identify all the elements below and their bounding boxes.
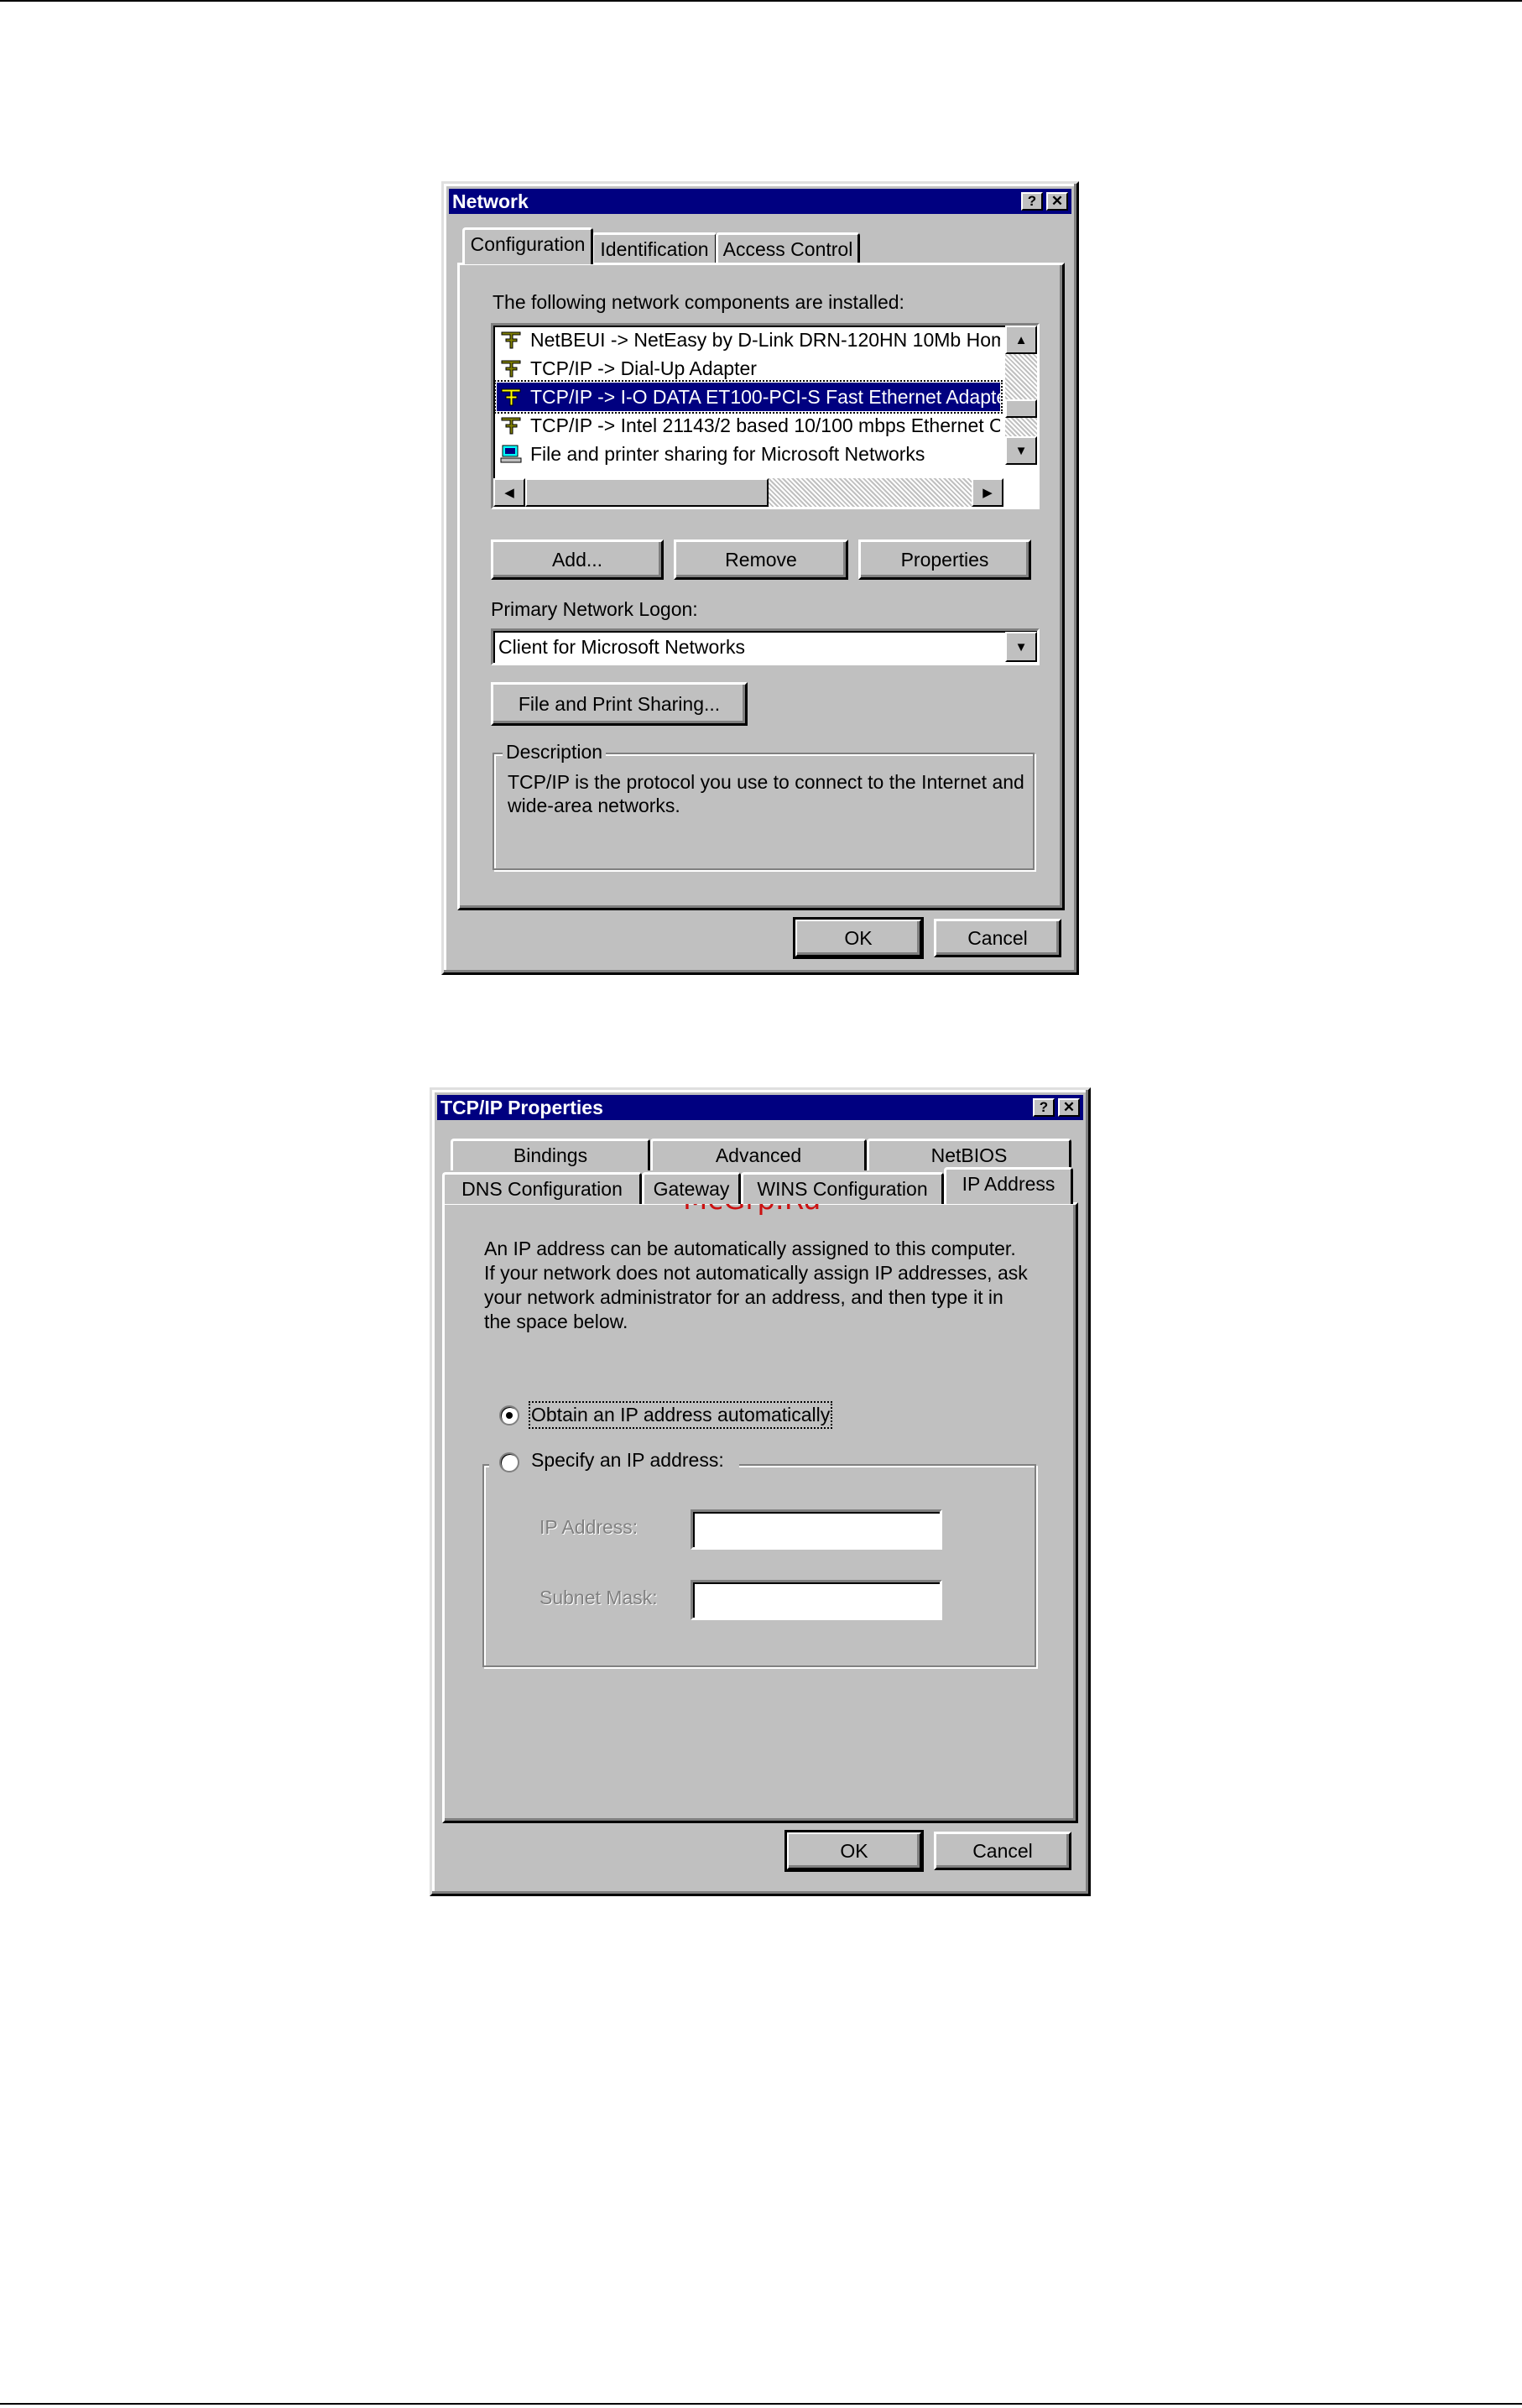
intro-text-line-3: your network administrator for an addres…: [484, 1286, 1003, 1308]
ok-button[interactable]: OK: [784, 1830, 924, 1872]
scroll-right-button[interactable]: ▶: [972, 478, 1003, 507]
close-button[interactable]: ✕: [1046, 192, 1068, 211]
subnet-mask-input[interactable]: [691, 1580, 942, 1620]
add-button-label: Add...: [551, 548, 603, 571]
vertical-scroll-thumb[interactable]: [1005, 399, 1037, 418]
intro-text-line-2: If your network does not automatically a…: [484, 1262, 1028, 1284]
obtain-ip-radio[interactable]: [499, 1405, 519, 1426]
list-item-label: TCP/IP -> Intel 21143/2 based 10/100 mbp…: [530, 414, 1000, 436]
tab-wins-configuration[interactable]: WINS Configuration: [741, 1172, 944, 1204]
file-print-sharing-button[interactable]: File and Print Sharing...: [491, 682, 748, 726]
tab-ip-address[interactable]: IP Address: [944, 1167, 1073, 1204]
scroll-down-button[interactable]: ▼: [1005, 436, 1037, 465]
page-bottom-rule: [0, 2403, 1522, 2405]
description-text-line-2: wide-area networks.: [508, 795, 680, 816]
ok-button[interactable]: OK: [793, 917, 924, 959]
cancel-button[interactable]: Cancel: [934, 1832, 1071, 1870]
page-top-rule: [0, 0, 1522, 2]
tab-advanced[interactable]: Advanced: [650, 1139, 867, 1170]
tab-configuration[interactable]: Configuration: [462, 227, 593, 264]
add-button[interactable]: Add...: [491, 539, 664, 580]
scroll-left-button[interactable]: ◀: [493, 478, 525, 507]
network-protocol-icon: [501, 331, 521, 349]
intro-text-line-4: the space below.: [484, 1311, 628, 1332]
installed-components-label: The following network components are ins…: [493, 291, 904, 313]
horizontal-scroll-thumb[interactable]: [525, 478, 769, 507]
list-item-label: TCP/IP -> Dial-Up Adapter: [530, 357, 757, 379]
ok-button-label: OK: [840, 1839, 868, 1862]
tab-netbios[interactable]: NetBIOS: [867, 1139, 1071, 1170]
help-button[interactable]: ?: [1033, 1098, 1055, 1117]
cancel-button[interactable]: Cancel: [934, 919, 1061, 957]
network-dialog: Network ? ✕ Configuration Identification…: [441, 181, 1079, 975]
cancel-button-label: Cancel: [972, 1839, 1033, 1862]
tcpip-title: TCP/IP Properties: [440, 1097, 603, 1118]
list-item-label: File and printer sharing for Microsoft N…: [530, 443, 925, 465]
file-sharing-icon: [500, 445, 522, 463]
properties-button-label: Properties: [900, 548, 989, 571]
network-title: Network: [452, 190, 529, 212]
properties-button[interactable]: Properties: [858, 539, 1031, 580]
remove-button[interactable]: Remove: [674, 539, 848, 580]
tab-dns-configuration[interactable]: DNS Configuration: [442, 1172, 642, 1204]
list-item-label: TCP/IP -> I-O DATA ET100-PCI-S Fast Ethe…: [530, 386, 1000, 408]
list-item[interactable]: NetBEUI -> NetEasy by D-Link DRN-120HN 1…: [497, 326, 1000, 354]
chevron-down-icon[interactable]: ▼: [1005, 632, 1037, 662]
ip-address-input[interactable]: [691, 1509, 942, 1550]
network-protocol-icon: [501, 417, 521, 435]
primary-logon-select[interactable]: Client for Microsoft Networks ▼: [491, 628, 1040, 665]
scroll-up-button[interactable]: ▲: [1005, 326, 1037, 354]
close-button[interactable]: ✕: [1058, 1098, 1080, 1117]
vertical-scroll-track[interactable]: [1005, 354, 1037, 436]
primary-logon-value: Client for Microsoft Networks: [498, 636, 745, 658]
specify-ip-radio[interactable]: [499, 1452, 519, 1472]
network-protocol-icon: [501, 388, 521, 406]
tab-access-control[interactable]: Access Control: [716, 232, 860, 264]
primary-logon-label: Primary Network Logon:: [491, 598, 698, 620]
ok-button-label: OK: [844, 926, 873, 949]
components-list[interactable]: NetBEUI -> NetEasy by D-Link DRN-120HN 1…: [491, 323, 1040, 509]
list-item-selected[interactable]: TCP/IP -> I-O DATA ET100-PCI-S Fast Ethe…: [494, 380, 1003, 414]
cancel-button-label: Cancel: [967, 926, 1028, 949]
description-title: Description: [503, 741, 607, 764]
description-text-line-1: TCP/IP is the protocol you use to connec…: [508, 771, 1024, 793]
intro-text-line-1: An IP address can be automatically assig…: [484, 1238, 1016, 1259]
remove-button-label: Remove: [725, 548, 797, 571]
network-titlebar[interactable]: Network ? ✕: [449, 189, 1071, 214]
tcpip-titlebar[interactable]: TCP/IP Properties ? ✕: [437, 1095, 1083, 1120]
specify-ip-group: [482, 1464, 1036, 1667]
specify-ip-label[interactable]: Specify an IP address:: [531, 1449, 724, 1472]
list-item[interactable]: TCP/IP -> Dial-Up Adapter: [497, 354, 1000, 383]
obtain-ip-label[interactable]: Obtain an IP address automatically: [528, 1401, 833, 1429]
list-item-label: NetBEUI -> NetEasy by D-Link DRN-120HN 1…: [530, 329, 1000, 351]
file-print-sharing-label: File and Print Sharing...: [518, 692, 721, 715]
tab-bindings[interactable]: Bindings: [451, 1139, 650, 1170]
list-item[interactable]: File and printer sharing for Microsoft N…: [497, 440, 1000, 465]
tab-identification[interactable]: Identification: [592, 232, 717, 264]
help-button[interactable]: ?: [1021, 192, 1043, 211]
subnet-mask-label: Subnet Mask:: [539, 1587, 658, 1608]
tab-gateway[interactable]: Gateway: [642, 1172, 741, 1204]
ip-address-label: IP Address:: [539, 1516, 639, 1538]
list-item[interactable]: TCP/IP -> Intel 21143/2 based 10/100 mbp…: [497, 411, 1000, 440]
network-protocol-icon: [501, 360, 521, 378]
